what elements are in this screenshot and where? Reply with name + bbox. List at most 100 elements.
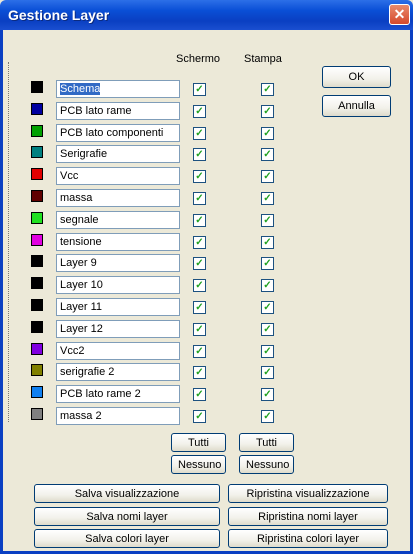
save-colors-button[interactable]: Salva colori layer	[34, 529, 220, 548]
layer-color-swatch[interactable]	[31, 212, 43, 224]
layer-name-field[interactable]: massa	[56, 189, 180, 207]
layer-row: PCB lato componenti ✓ ✓	[0, 124, 300, 142]
layer-name-text: Vcc2	[60, 345, 85, 357]
layer-name-field[interactable]: Serigrafie	[56, 145, 180, 163]
layer-name-text: Layer 10	[60, 279, 103, 291]
screen-visible-checkbox[interactable]: ✓	[193, 257, 206, 270]
layer-color-swatch[interactable]	[31, 364, 43, 376]
print-visible-checkbox[interactable]: ✓	[261, 148, 274, 161]
layer-color-swatch[interactable]	[31, 255, 43, 267]
layer-name-field[interactable]: Layer 11	[56, 298, 180, 316]
screen-visible-checkbox[interactable]: ✓	[193, 192, 206, 205]
layer-row: Vcc2 ✓ ✓	[0, 342, 300, 360]
print-visible-checkbox[interactable]: ✓	[261, 236, 274, 249]
screen-visible-checkbox[interactable]: ✓	[193, 83, 206, 96]
layer-name-text: PCB lato rame 2	[60, 388, 141, 400]
restore-names-button[interactable]: Ripristina nomi layer	[228, 507, 388, 526]
screen-visible-checkbox[interactable]: ✓	[193, 388, 206, 401]
print-visible-checkbox[interactable]: ✓	[261, 214, 274, 227]
layer-name-field[interactable]: massa 2	[56, 407, 180, 425]
layer-row: Layer 12 ✓ ✓	[0, 320, 300, 338]
layer-name-field[interactable]: segnale	[56, 211, 180, 229]
layer-color-swatch[interactable]	[31, 299, 43, 311]
print-visible-checkbox[interactable]: ✓	[261, 192, 274, 205]
layer-row: PCB lato rame 2 ✓ ✓	[0, 385, 300, 403]
layer-name-text: Schema	[60, 83, 101, 95]
layer-name-field[interactable]: tensione	[56, 233, 180, 251]
screen-visible-checkbox[interactable]: ✓	[193, 170, 206, 183]
screen-visible-checkbox[interactable]: ✓	[193, 410, 206, 423]
restore-colors-button[interactable]: Ripristina colori layer	[228, 529, 388, 548]
layer-row: massa 2 ✓ ✓	[0, 407, 300, 425]
layer-row: Layer 10 ✓ ✓	[0, 276, 300, 294]
column-header-print: Stampa	[244, 53, 282, 65]
layer-name-field[interactable]: Vcc	[56, 167, 180, 185]
screen-all-button[interactable]: Tutti	[171, 433, 226, 452]
print-visible-checkbox[interactable]: ✓	[261, 366, 274, 379]
layer-name-field[interactable]: PCB lato componenti	[56, 124, 180, 142]
screen-none-button[interactable]: Nessuno	[171, 455, 226, 474]
screen-visible-checkbox[interactable]: ✓	[193, 279, 206, 292]
layer-row: Schema ✓ ✓	[0, 80, 300, 98]
layer-name-field[interactable]: Layer 12	[56, 320, 180, 338]
print-visible-checkbox[interactable]: ✓	[261, 105, 274, 118]
screen-visible-checkbox[interactable]: ✓	[193, 148, 206, 161]
screen-visible-checkbox[interactable]: ✓	[193, 105, 206, 118]
close-icon: ✕	[393, 6, 406, 22]
screen-visible-checkbox[interactable]: ✓	[193, 323, 206, 336]
print-visible-checkbox[interactable]: ✓	[261, 257, 274, 270]
layer-name-field[interactable]: Vcc2	[56, 342, 180, 360]
layer-name-field[interactable]: PCB lato rame	[56, 102, 180, 120]
print-all-button[interactable]: Tutti	[239, 433, 294, 452]
layer-color-swatch[interactable]	[31, 190, 43, 202]
layer-color-swatch[interactable]	[31, 321, 43, 333]
layer-color-swatch[interactable]	[31, 103, 43, 115]
layer-row: Layer 11 ✓ ✓	[0, 298, 300, 316]
ok-button[interactable]: OK	[322, 66, 391, 88]
print-visible-checkbox[interactable]: ✓	[261, 345, 274, 358]
layer-name-text: Layer 9	[60, 257, 97, 269]
print-visible-checkbox[interactable]: ✓	[261, 410, 274, 423]
close-button[interactable]: ✕	[389, 4, 410, 25]
column-header-screen: Schermo	[176, 53, 221, 65]
print-visible-checkbox[interactable]: ✓	[261, 388, 274, 401]
layer-name-text: segnale	[60, 214, 99, 226]
screen-visible-checkbox[interactable]: ✓	[193, 127, 206, 140]
save-view-button[interactable]: Salva visualizzazione	[34, 484, 220, 503]
layer-row: serigrafie 2 ✓ ✓	[0, 363, 300, 381]
layer-color-swatch[interactable]	[31, 234, 43, 246]
layer-color-swatch[interactable]	[31, 343, 43, 355]
layer-name-text: massa 2	[60, 410, 102, 422]
cancel-button[interactable]: Annulla	[322, 95, 391, 117]
layer-name-text: serigrafie 2	[60, 366, 115, 378]
layer-name-field[interactable]: PCB lato rame 2	[56, 385, 180, 403]
layer-name-field[interactable]: Layer 9	[56, 254, 180, 272]
print-none-button[interactable]: Nessuno	[239, 455, 294, 474]
save-names-button[interactable]: Salva nomi layer	[34, 507, 220, 526]
restore-view-button[interactable]: Ripristina visualizzazione	[228, 484, 388, 503]
layer-name-field[interactable]: Schema	[56, 80, 180, 98]
screen-visible-checkbox[interactable]: ✓	[193, 214, 206, 227]
print-visible-checkbox[interactable]: ✓	[261, 323, 274, 336]
layer-name-field[interactable]: serigrafie 2	[56, 363, 180, 381]
layer-color-swatch[interactable]	[31, 125, 43, 137]
print-visible-checkbox[interactable]: ✓	[261, 301, 274, 314]
layer-name-field[interactable]: Layer 10	[56, 276, 180, 294]
layer-color-swatch[interactable]	[31, 146, 43, 158]
screen-visible-checkbox[interactable]: ✓	[193, 236, 206, 249]
layer-row: PCB lato rame ✓ ✓	[0, 102, 300, 120]
layer-color-swatch[interactable]	[31, 386, 43, 398]
title-bar[interactable]: Gestione Layer ✕	[0, 0, 413, 30]
print-visible-checkbox[interactable]: ✓	[261, 279, 274, 292]
screen-visible-checkbox[interactable]: ✓	[193, 345, 206, 358]
layer-row: Vcc ✓ ✓	[0, 167, 300, 185]
print-visible-checkbox[interactable]: ✓	[261, 83, 274, 96]
layer-color-swatch[interactable]	[31, 81, 43, 93]
screen-visible-checkbox[interactable]: ✓	[193, 301, 206, 314]
print-visible-checkbox[interactable]: ✓	[261, 127, 274, 140]
screen-visible-checkbox[interactable]: ✓	[193, 366, 206, 379]
layer-color-swatch[interactable]	[31, 277, 43, 289]
layer-color-swatch[interactable]	[31, 168, 43, 180]
print-visible-checkbox[interactable]: ✓	[261, 170, 274, 183]
layer-color-swatch[interactable]	[31, 408, 43, 420]
